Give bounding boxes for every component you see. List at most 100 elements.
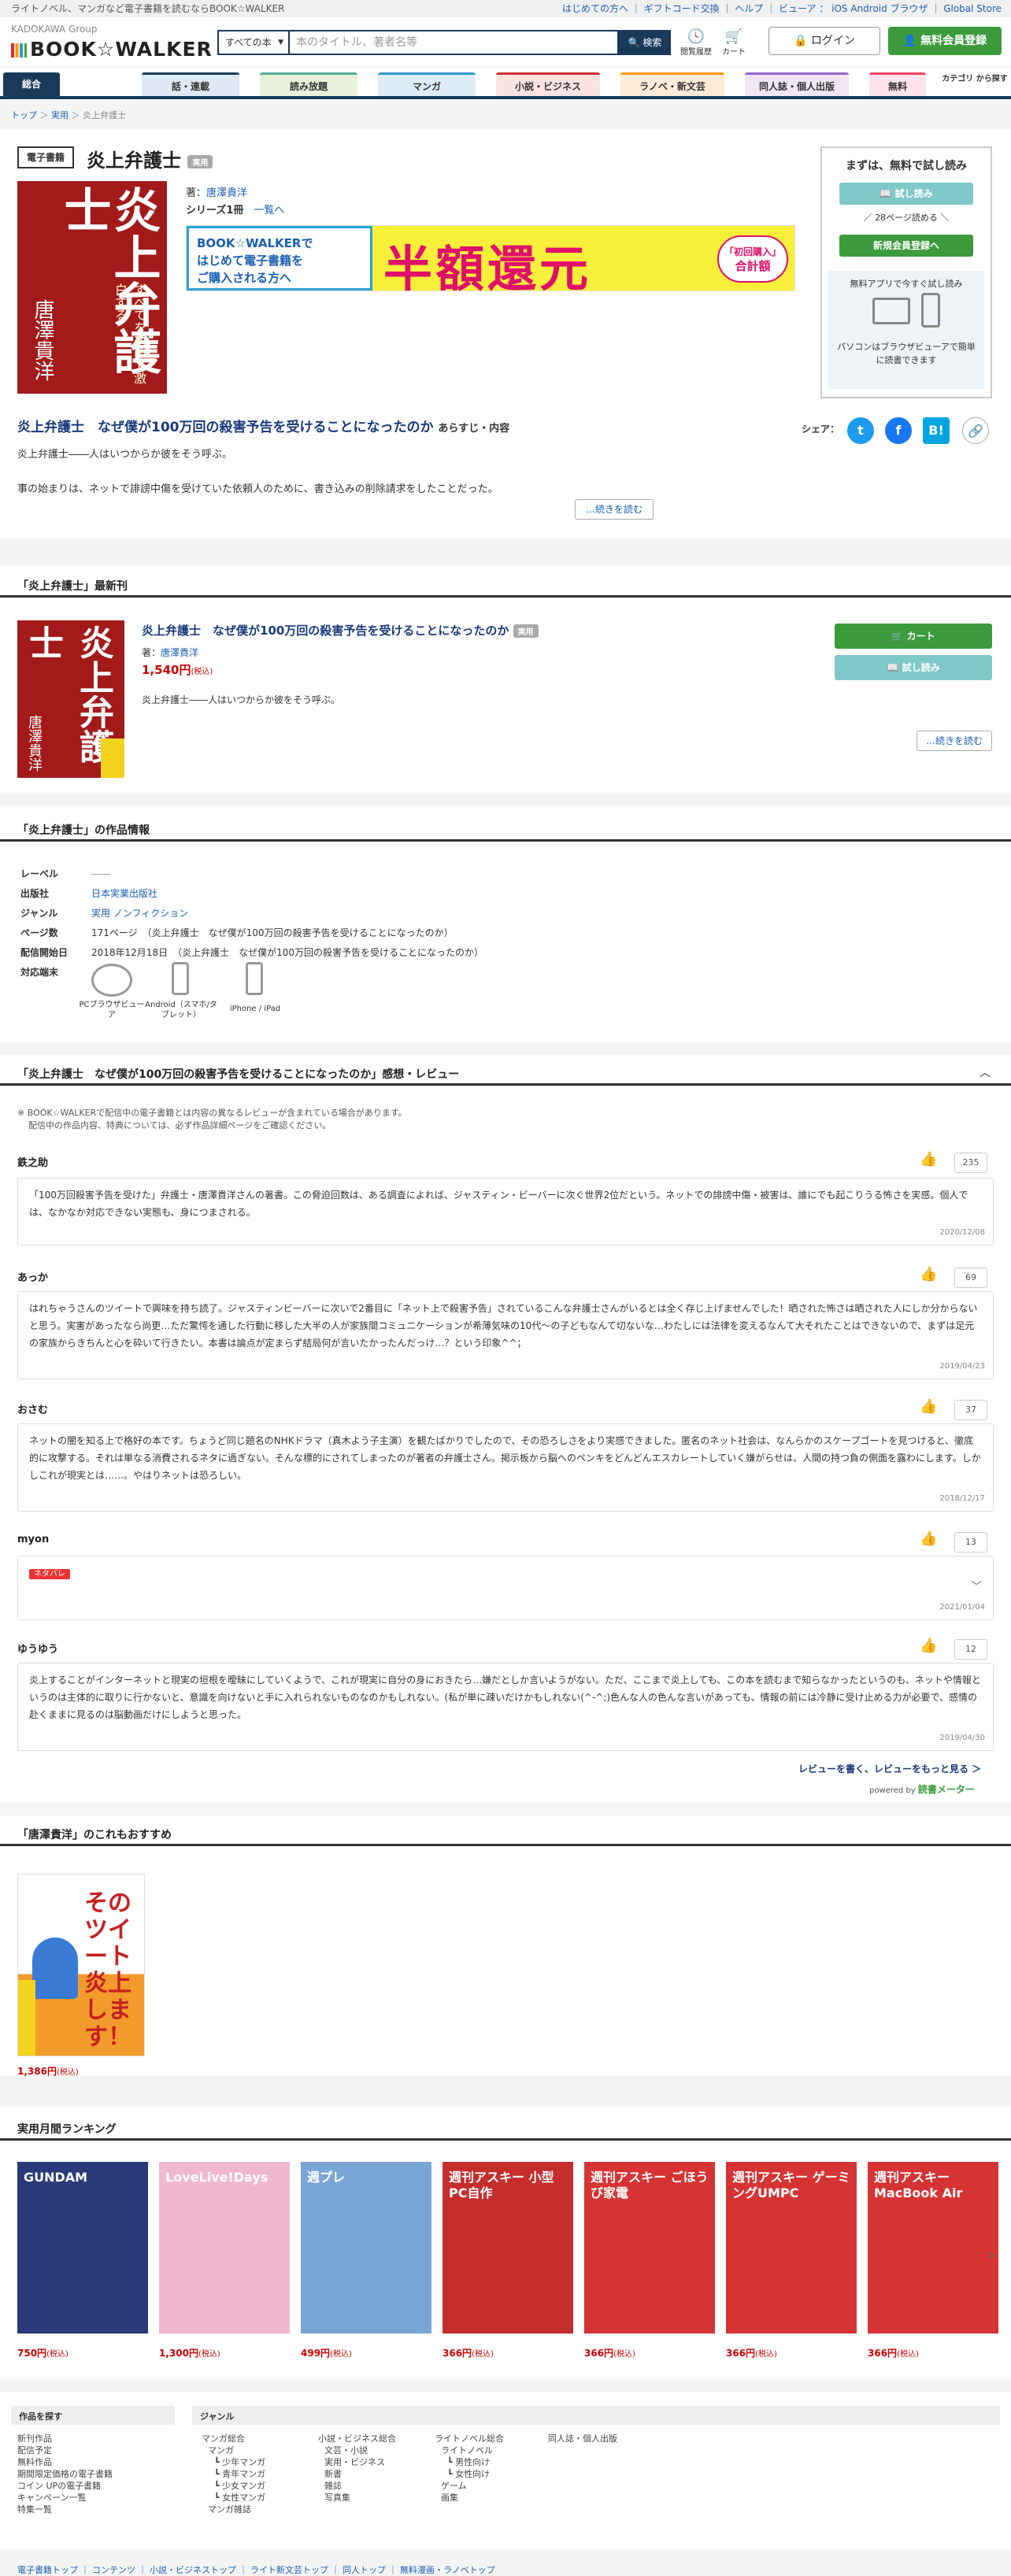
top-link[interactable]: Global Store (943, 3, 1002, 14)
promo-banner[interactable]: BOOK☆WALKERで はじめて電子書籍を ご購入される方へ 半額還元 「初回… (186, 225, 795, 298)
reviewer-name[interactable]: myon (17, 1534, 49, 1545)
side-register-button[interactable]: 新規会員登録へ (839, 235, 973, 257)
footer-link[interactable]: ┗ 女性マンガ (202, 2492, 265, 2504)
nav-item-novel[interactable]: 小説・ビジネス (496, 72, 600, 96)
chevron-right-icon[interactable]: › (987, 2244, 995, 2266)
footer-bottom-links[interactable]: 電子書籍トップ ｜ コンテンツ ｜ 小説・ビジネストップ ｜ ライト新文芸トップ… (17, 2563, 495, 2576)
spoiler-review-body[interactable]: ネタバレ ﹀ 2021/01/04 (17, 1556, 994, 1620)
ranking-cover[interactable]: 週刊アスキー ゲーミングUMPC (726, 2162, 857, 2334)
footer-link[interactable]: 配信予定 (17, 2445, 113, 2456)
thumbs-up-icon[interactable]: 👍 (920, 1151, 937, 1168)
publisher-link[interactable]: 日本実業出版社 (91, 888, 157, 899)
book-cover[interactable]: 炎上弁護士 唐澤貴洋 すべてを初めて激白する (17, 181, 167, 394)
site-logo[interactable]: BOOK☆WALKER (11, 38, 213, 61)
latest-cart-button[interactable]: 🛒 カート (835, 624, 992, 649)
cover-subtitle: すべてを初めて激白する (113, 283, 146, 384)
footer-link[interactable]: ┗ 女性向け (435, 2468, 504, 2480)
nav-item-category[interactable]: カテゴリ から探す (942, 72, 1008, 96)
nav-item-general[interactable]: 総合 (3, 72, 60, 96)
thumbs-up-icon[interactable]: 👍 (920, 1266, 937, 1282)
top-link[interactable]: ギフトコード交換 (644, 3, 720, 14)
thumbs-up-icon[interactable]: 👍 (920, 1398, 937, 1415)
twitter-icon[interactable]: t (847, 417, 874, 444)
latest-trial-button[interactable]: 📖 試し読み (835, 655, 992, 680)
read-more-button[interactable]: …続きを読む (575, 499, 654, 520)
nav-item-doujin[interactable]: 同人誌・個人出版 (745, 72, 849, 96)
latest-title[interactable]: 炎上弁護士 なぜ僕が100万回の殺害予告を受けることになったのか 実用 (142, 622, 539, 638)
nav-item-serial[interactable]: 話・連載 (142, 72, 239, 96)
latest-cover[interactable]: 炎上弁護士 唐澤貴洋 (17, 620, 124, 778)
ranking-cover[interactable]: 週刊アスキー ごほうび家電 (584, 2162, 715, 2334)
hatena-icon[interactable]: B! (923, 417, 950, 444)
footer-link[interactable]: 小説・ビジネス総合 (318, 2433, 396, 2445)
series-link[interactable]: 一覧へ (254, 205, 284, 217)
footer-link[interactable]: マンガ (202, 2445, 265, 2456)
nav-item-manga[interactable]: マンガ (378, 72, 476, 96)
bookmeter-logo[interactable]: 読書メーター (918, 1784, 975, 1795)
footer-link[interactable]: ゲーム (435, 2480, 504, 2492)
reviewer-name[interactable]: おさむ (17, 1401, 48, 1416)
reco-cover[interactable]: そのツイート炎上します！ (17, 1874, 145, 2056)
reviewer-name[interactable]: あっか (17, 1269, 48, 1284)
footer-link[interactable]: 雑誌 (318, 2480, 396, 2492)
footer-link[interactable]: ┗ 青年マンガ (202, 2468, 265, 2480)
footer-link[interactable]: ┗ 少年マンガ (202, 2456, 265, 2468)
top-link[interactable]: ヘルプ (735, 3, 763, 14)
search-icon: 🔍 (628, 37, 640, 48)
review-body: ネットの闇を知る上で格好の本です。ちょうど同じ題名のNHKドラマ（真木よう子主演… (17, 1423, 994, 1512)
footer-link[interactable]: コイン UPの電子書籍 (17, 2480, 113, 2492)
footer-link[interactable]: ライトノベル (435, 2445, 504, 2456)
genre-link[interactable]: 実用 ノンフィクション (91, 908, 188, 919)
author-link[interactable]: 唐澤貴洋 (206, 187, 247, 199)
search-button[interactable]: 🔍 検索 (619, 30, 671, 55)
footer-link[interactable]: キャンペーン一覧 (17, 2492, 113, 2504)
footer-link[interactable]: ┗ 男性向け (435, 2456, 504, 2468)
ranking-cover[interactable]: 週プレ (301, 2162, 431, 2334)
chevron-down-icon[interactable]: ﹀ (971, 1579, 982, 1596)
footer-link[interactable]: 文芸・小説 (318, 2445, 396, 2456)
chevron-up-icon[interactable]: ︿ (980, 1064, 991, 1080)
breadcrumb-link[interactable]: トップ (11, 110, 37, 120)
link-icon[interactable]: 🔗 (962, 417, 989, 444)
nav-item-unlimited[interactable]: 読み放題 (260, 72, 357, 96)
reviewer-name[interactable]: ゆうゆう (17, 1641, 58, 1656)
footer-link[interactable]: 期間限定価格の電子書籍 (17, 2468, 113, 2480)
top-link[interactable]: ビューア (779, 3, 817, 14)
ranking-cover[interactable]: 週刊アスキー 小型PC自作 (443, 2162, 573, 2334)
top-link[interactable]: はじめての方へ (562, 3, 628, 14)
cart-button[interactable]: 🛒 カート (715, 28, 753, 57)
reviewer-name[interactable]: 鉄之助 (17, 1154, 48, 1169)
footer-link[interactable]: ライトノベル総合 (435, 2433, 504, 2445)
footer-link[interactable]: 実用・ビジネス (318, 2456, 396, 2468)
footer-link[interactable]: 新書 (318, 2468, 396, 2480)
nav-item-lightnovel[interactable]: ラノベ・新文芸 (620, 72, 724, 96)
top-links[interactable]: はじめての方へ ｜ ギフトコード交換 ｜ ヘルプ ｜ ビューア ： iOS An… (562, 0, 1002, 17)
side-trial-button[interactable]: 📖 試し読み (839, 183, 973, 205)
footer-link[interactable]: ┗ 少女マンガ (202, 2480, 265, 2492)
breadcrumb-link[interactable]: 実用 (51, 110, 69, 120)
history-button[interactable]: 🕓 閲覧履歴 (677, 28, 715, 57)
footer-link[interactable]: マンガ雑誌 (202, 2504, 265, 2515)
ranking-cover[interactable]: LoveLive!Days (159, 2162, 290, 2334)
thumbs-up-icon[interactable]: 👍 (920, 1530, 937, 1547)
top-link[interactable]: iOS Android ブラウザ (831, 3, 928, 14)
footer-link[interactable]: 新刊作品 (17, 2433, 113, 2445)
footer-link[interactable]: 特集一覧 (17, 2504, 113, 2515)
ranking-cover[interactable]: 週刊アスキー MacBook Air (868, 2162, 998, 2334)
nav-item-free[interactable]: 無料 (869, 72, 926, 96)
footer-link[interactable]: 同人誌・個人出版 (548, 2433, 617, 2445)
search-category-select[interactable]: すべての本 ▼ (217, 30, 290, 55)
footer-link[interactable]: 画集 (435, 2492, 504, 2504)
more-reviews-link[interactable]: レビューを書く、レビューをもっと見る ＞ (798, 1762, 981, 1775)
latest-read-more-button[interactable]: …続きを読む (917, 731, 992, 751)
search-input[interactable]: 本のタイトル、著者名等 (290, 30, 619, 55)
latest-author-link[interactable]: 唐澤貴洋 (161, 647, 198, 658)
footer-link[interactable]: 写真集 (318, 2492, 396, 2504)
login-button[interactable]: 🔒 ログイン (768, 27, 880, 55)
thumbs-up-icon[interactable]: 👍 (920, 1638, 937, 1654)
ranking-cover[interactable]: GUNDAM (17, 2162, 148, 2334)
facebook-icon[interactable]: f (885, 417, 912, 444)
footer-link[interactable]: マンガ総合 (202, 2433, 265, 2445)
register-button[interactable]: 👤 無料会員登録 (888, 27, 1002, 55)
footer-link[interactable]: 無料作品 (17, 2456, 113, 2468)
